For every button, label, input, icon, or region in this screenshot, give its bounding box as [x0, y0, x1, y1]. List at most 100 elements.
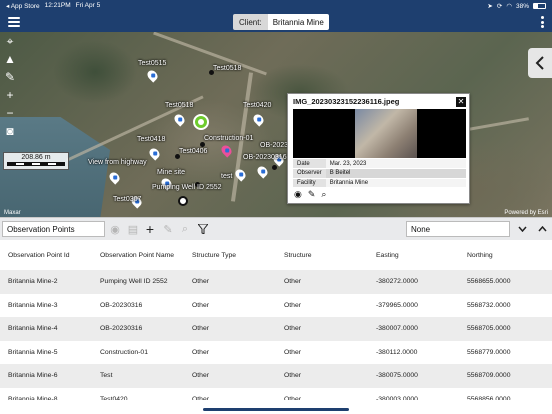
- close-icon[interactable]: ✕: [456, 97, 466, 107]
- map-marker-label[interactable]: View from highway: [88, 159, 147, 166]
- attr-value: B Beitel: [325, 168, 466, 179]
- table-cell: 5568732.0000: [459, 293, 552, 317]
- selected-location-pin-icon[interactable]: [193, 114, 209, 130]
- table-cell: 5568705.0000: [459, 317, 552, 341]
- table-cell: Britannia Mine-8: [0, 387, 92, 400]
- table-cell: Other: [276, 340, 368, 364]
- attribution-left: Maxar: [4, 210, 21, 216]
- battery-fill: [534, 4, 539, 8]
- map-view[interactable]: ⌖ ▲ ✎ + − ◙ Test0515 Test0518 Test0518 T…: [0, 32, 552, 217]
- scale-ticks: [7, 162, 65, 166]
- bottom-safe-area: [0, 400, 552, 414]
- filter-icon[interactable]: [196, 222, 210, 236]
- map-marker-label[interactable]: Test0515: [138, 60, 166, 67]
- edit-pencil-icon[interactable]: ✎: [161, 222, 175, 236]
- photo-thumbnail: [355, 109, 417, 158]
- map-dot-icon[interactable]: [272, 165, 277, 170]
- map-marker-label[interactable]: Test0420: [243, 102, 271, 109]
- map-flag-pink-icon[interactable]: [219, 143, 234, 158]
- map-marker-label[interactable]: Test0518: [213, 65, 241, 72]
- chevron-down-icon[interactable]: [515, 222, 529, 236]
- table-cell: Other: [276, 317, 368, 341]
- zoom-to-icon[interactable]: ⌕: [321, 189, 326, 200]
- map-marker-label[interactable]: Test0406: [179, 148, 207, 155]
- status-date: Fri Apr 5: [75, 2, 101, 9]
- layer-select[interactable]: Observation Points: [2, 221, 105, 237]
- kebab-icon[interactable]: [540, 16, 544, 28]
- hamburger-icon[interactable]: [8, 17, 20, 27]
- zoom-in-icon[interactable]: +: [0, 86, 20, 104]
- map-flag-icon[interactable]: [172, 112, 187, 127]
- location-icon: ➤: [487, 3, 493, 10]
- map-marker-label[interactable]: Mine site: [157, 169, 185, 176]
- map-marker-label[interactable]: Test0518: [165, 102, 193, 109]
- table-cell: Britannia Mine-2: [0, 270, 92, 294]
- navigation-arrow-icon[interactable]: ▲: [0, 50, 20, 68]
- map-flag-icon[interactable]: [145, 68, 160, 83]
- column-header[interactable]: Observation Point Name: [92, 240, 184, 270]
- client-value[interactable]: Britannia Mine: [267, 14, 329, 30]
- chevron-up-icon[interactable]: [535, 222, 549, 236]
- back-to-app-link[interactable]: ◂ App Store: [6, 2, 40, 10]
- map-flag-icon[interactable]: [251, 112, 266, 127]
- table-cell: OB-20230316: [92, 317, 184, 341]
- table-row[interactable]: Britannia Mine-2 Pumping Well ID 2552 Ot…: [0, 270, 552, 294]
- document-icon[interactable]: ▤: [126, 222, 140, 236]
- table-cell: -380007.0000: [368, 317, 459, 341]
- map-marker-label[interactable]: test: [221, 173, 232, 180]
- table-row[interactable]: Britannia Mine-5 Construction-01 Other O…: [0, 340, 552, 364]
- map-dot-icon[interactable]: [200, 142, 205, 147]
- attr-key: Facility: [293, 178, 326, 188]
- table-cell: -380272.0000: [368, 270, 459, 294]
- edit-pencil-icon[interactable]: ✎: [308, 189, 316, 200]
- table-cell: Pumping Well ID 2552: [92, 270, 184, 294]
- photo-popup: IMG_20230323152236116.jpeg ✕ Date Mar. 23…: [287, 93, 470, 204]
- settings-gear-icon[interactable]: [178, 196, 188, 206]
- map-marker-label[interactable]: Pumping Well ID 2552: [152, 184, 222, 191]
- map-marker-label[interactable]: OB-20230316: [243, 154, 287, 161]
- table-cell: Test0420: [92, 387, 184, 400]
- view-eye-icon[interactable]: ◉: [108, 222, 122, 236]
- measure-ruler-icon[interactable]: ✎: [0, 68, 20, 86]
- view-eye-icon[interactable]: ◉: [294, 189, 302, 200]
- column-header[interactable]: Northing: [459, 240, 552, 270]
- map-marker-label[interactable]: Construction-01: [204, 135, 253, 142]
- zoom-out-icon[interactable]: −: [0, 104, 20, 122]
- table-cell: Other: [184, 293, 276, 317]
- popup-attributes: Date Mar. 23, 2023 Observer B Beitel Facil…: [293, 159, 466, 188]
- table-row[interactable]: Britannia Mine-3 OB-20230316 Other Other…: [0, 293, 552, 317]
- column-header[interactable]: Structure: [276, 240, 368, 270]
- table-row[interactable]: Britannia Mine-6 Test Other Other -38007…: [0, 364, 552, 388]
- table-cell: -379965.0000: [368, 293, 459, 317]
- column-header[interactable]: Observation Point Id: [0, 240, 92, 270]
- camera-icon[interactable]: ◙: [0, 122, 20, 140]
- collapse-panel-button[interactable]: [528, 48, 552, 78]
- status-bar: ◂ App Store 12:21PM Fri Apr 5 ➤ ⟳ ◠ 38%: [0, 0, 552, 12]
- table-cell: Other: [276, 387, 368, 400]
- table-cell: Other: [184, 364, 276, 388]
- table-cell: Other: [276, 270, 368, 294]
- app-root: ◂ App Store 12:21PM Fri Apr 5 ➤ ⟳ ◠ 38% …: [0, 0, 552, 414]
- table-cell: Britannia Mine-6: [0, 364, 92, 388]
- table-row[interactable]: Britannia Mine-8 Test0420 Other Other -3…: [0, 387, 552, 400]
- map-marker-label[interactable]: Test0307: [113, 196, 141, 203]
- table-cell: 5568709.0000: [459, 364, 552, 388]
- filter-select[interactable]: None: [406, 221, 510, 237]
- table-cell: 5568655.0000: [459, 270, 552, 294]
- column-header[interactable]: Structure Type: [184, 240, 276, 270]
- popup-photo[interactable]: [293, 109, 466, 158]
- zoom-to-icon[interactable]: ⌕: [178, 222, 192, 236]
- map-marker-label[interactable]: Test0418: [137, 136, 165, 143]
- map-flag-icon[interactable]: [107, 170, 122, 185]
- column-header[interactable]: Easting: [368, 240, 459, 270]
- status-time: 12:21PM: [44, 2, 71, 9]
- client-selector[interactable]: Client: Britannia Mine: [233, 14, 329, 30]
- add-icon[interactable]: +: [143, 221, 157, 237]
- table-row[interactable]: Britannia Mine-4 OB-20230316 Other Other…: [0, 317, 552, 341]
- map-flag-icon[interactable]: [255, 164, 270, 179]
- locate-me-icon[interactable]: ⌖: [0, 32, 20, 50]
- map-flag-icon[interactable]: [147, 146, 162, 161]
- home-indicator[interactable]: [203, 408, 349, 411]
- table-cell: Britannia Mine-5: [0, 340, 92, 364]
- popup-actions: ◉ ✎ ⌕: [294, 189, 326, 200]
